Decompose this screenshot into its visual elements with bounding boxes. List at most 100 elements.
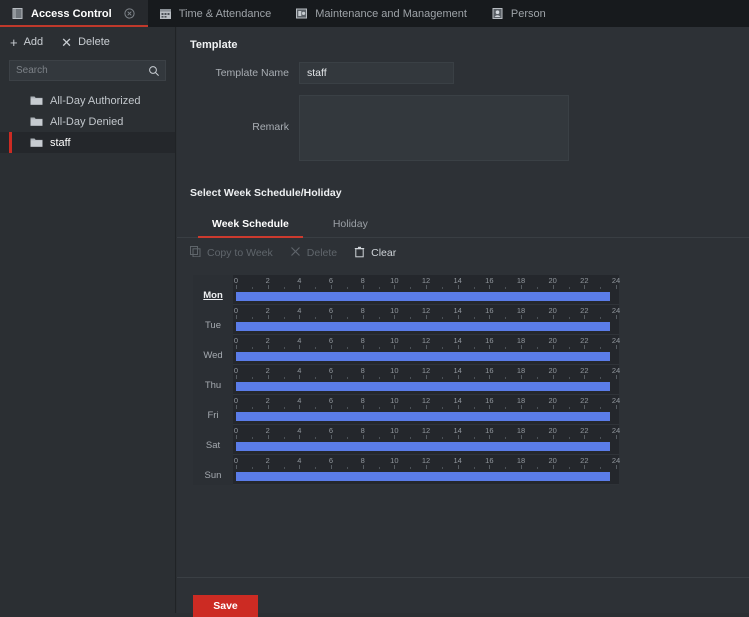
ruler-tick bbox=[283, 317, 285, 319]
ruler-tick bbox=[346, 467, 348, 469]
ruler-tick bbox=[441, 377, 443, 379]
ruler-tick bbox=[346, 317, 348, 319]
ruler-tick bbox=[378, 407, 380, 409]
add-button-label: Add bbox=[23, 36, 44, 48]
ruler-tick bbox=[489, 375, 491, 379]
ruler-tick bbox=[236, 435, 237, 439]
ruler-label: 0 bbox=[233, 306, 239, 315]
toolbar-button-label: Clear bbox=[371, 247, 397, 259]
timeline-segment[interactable] bbox=[236, 322, 610, 331]
ruler-tick bbox=[251, 407, 253, 409]
ruler-label: 18 bbox=[516, 306, 526, 315]
timeline-segment[interactable] bbox=[236, 442, 610, 451]
tab-time-attendance[interactable]: Time & Attendance bbox=[148, 0, 285, 27]
ruler-tick bbox=[299, 465, 301, 469]
template-name-input[interactable] bbox=[299, 62, 454, 84]
ruler-tick bbox=[283, 377, 285, 379]
timeline-segment[interactable] bbox=[236, 382, 610, 391]
timeline-track-sat[interactable]: 0 2 4 6 8 10 12 14 16 18 20 22 24 bbox=[233, 425, 620, 455]
ruler-label: 22 bbox=[580, 276, 589, 285]
timeline-segment[interactable] bbox=[236, 292, 610, 301]
timeline-track-wed[interactable]: 0 2 4 6 8 10 12 14 16 18 20 22 24 bbox=[233, 335, 620, 365]
add-button[interactable]: + Add bbox=[10, 36, 43, 49]
subtab-week-schedule[interactable]: Week Schedule bbox=[190, 218, 311, 238]
ruler-tick bbox=[441, 467, 443, 469]
tab-maintenance-and-management[interactable]: Maintenance and Management bbox=[284, 0, 480, 27]
ruler-label: 0 bbox=[233, 276, 239, 285]
timeline-track-fri[interactable]: 0 2 4 6 8 10 12 14 16 18 20 22 24 bbox=[233, 395, 620, 425]
ruler-label: 24 bbox=[611, 366, 621, 375]
ruler-tick bbox=[394, 315, 396, 319]
remark-textarea[interactable] bbox=[299, 95, 569, 161]
ruler-label: 12 bbox=[421, 366, 431, 375]
timeline-day-label-sun[interactable]: Sun bbox=[193, 455, 233, 485]
timeline-day-label-fri[interactable]: Fri bbox=[193, 395, 233, 425]
ruler-tick bbox=[331, 375, 332, 379]
ruler-label: 16 bbox=[485, 276, 494, 285]
ruler-label: 14 bbox=[453, 276, 462, 285]
copy-to-week-button: Copy to Week bbox=[190, 246, 273, 260]
timeline-day-label-tue[interactable]: Tue bbox=[193, 305, 233, 335]
timeline-day-label-wed[interactable]: Wed bbox=[193, 335, 233, 365]
ruler-label: 18 bbox=[516, 366, 526, 375]
search-box[interactable] bbox=[9, 60, 166, 81]
ruler-label: 18 bbox=[516, 426, 526, 435]
save-button[interactable]: Save bbox=[193, 595, 258, 617]
timeline-day-label-mon[interactable]: Mon bbox=[193, 275, 233, 305]
timeline-track-sun[interactable]: 0 2 4 6 8 10 12 14 16 18 20 22 24 bbox=[233, 455, 620, 485]
timeline-track-thu[interactable]: 0 2 4 6 8 10 12 14 16 18 20 22 24 bbox=[233, 365, 621, 395]
timeline-segment[interactable] bbox=[236, 352, 610, 361]
timeline-segment[interactable] bbox=[236, 472, 610, 481]
ruler-label: 8 bbox=[360, 336, 365, 345]
week-schedule-timeline[interactable]: Mon 0 2 4 6 8 10 12 14 16 18 20 22 24 Tue 0 2 4 6 8 10 12 14 16… bbox=[193, 275, 621, 485]
close-x-icon bbox=[290, 246, 301, 260]
sidebar-item-staff[interactable]: staff bbox=[0, 132, 175, 153]
tab-bar: Access Control Time & Attendance Maintenan… bbox=[0, 0, 749, 27]
ruler-tick bbox=[568, 377, 570, 379]
ruler-label: 20 bbox=[548, 276, 557, 285]
tab-access-control[interactable]: Access Control bbox=[0, 0, 148, 27]
timeline-day-label-sat[interactable]: Sat bbox=[193, 425, 233, 455]
ruler-tick bbox=[457, 465, 459, 469]
ruler-label: 18 bbox=[516, 336, 526, 345]
subtab-holiday[interactable]: Holiday bbox=[311, 218, 390, 237]
tab-close-icon[interactable] bbox=[124, 8, 135, 19]
ruler-tick bbox=[521, 465, 522, 469]
timeline-day-label-thu[interactable]: Thu bbox=[193, 365, 233, 395]
ruler-tick bbox=[251, 467, 253, 469]
ruler-tick bbox=[426, 405, 427, 409]
tab-person[interactable]: Person bbox=[480, 0, 559, 27]
delete-button[interactable]: ✕ Delete bbox=[61, 36, 110, 49]
ruler-tick bbox=[457, 315, 459, 319]
ruler-label: 2 bbox=[265, 456, 270, 465]
template-name-label: Template Name bbox=[215, 67, 289, 79]
ruler-label: 20 bbox=[548, 426, 557, 435]
ruler-tick bbox=[378, 347, 380, 349]
ruler-tick bbox=[600, 407, 602, 409]
ruler-tick bbox=[426, 285, 427, 289]
ruler-tick bbox=[315, 377, 317, 379]
sidebar-item-all-day-authorized[interactable]: All-Day Authorized bbox=[0, 90, 175, 111]
sidebar-item-all-day-denied[interactable]: All-Day Denied bbox=[0, 111, 175, 132]
ruler-tick bbox=[536, 287, 538, 289]
timeline-segment[interactable] bbox=[236, 412, 610, 421]
ruler-tick bbox=[489, 345, 491, 349]
ruler-tick bbox=[410, 407, 412, 409]
search-icon[interactable] bbox=[148, 65, 160, 77]
ruler-label: 16 bbox=[485, 456, 494, 465]
ruler-label: 12 bbox=[421, 396, 431, 405]
timeline-track-mon[interactable]: 0 2 4 6 8 10 12 14 16 18 20 22 24 bbox=[233, 275, 620, 305]
clear-button[interactable]: Clear bbox=[354, 246, 396, 261]
timeline-track-tue[interactable]: 0 2 4 6 8 10 12 14 16 18 20 22 24 bbox=[233, 305, 620, 335]
ruler-label: 22 bbox=[580, 306, 589, 315]
ruler-tick bbox=[473, 317, 475, 319]
ruler-label: 10 bbox=[390, 426, 399, 435]
search-input[interactable] bbox=[16, 65, 148, 76]
ruler-label: 0 bbox=[233, 366, 239, 375]
sidebar-toolbar: + Add ✕ Delete bbox=[0, 27, 175, 57]
ruler-tick bbox=[251, 437, 253, 439]
ruler-tick bbox=[568, 467, 570, 469]
ruler-tick bbox=[600, 467, 602, 469]
ruler-label: 8 bbox=[360, 276, 365, 285]
ruler-label: 0 bbox=[233, 396, 239, 405]
